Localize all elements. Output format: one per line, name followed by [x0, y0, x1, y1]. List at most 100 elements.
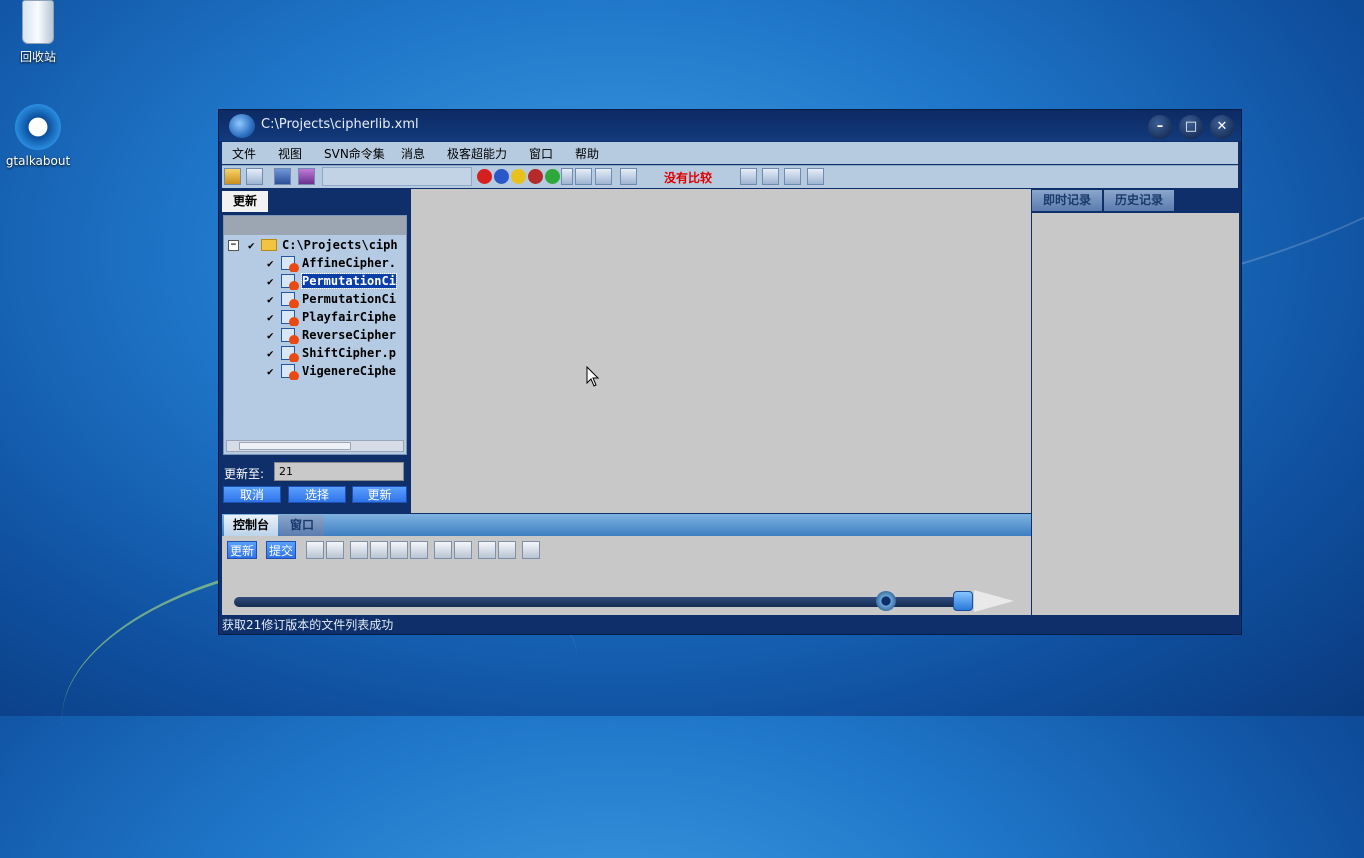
red-search-icon[interactable]: [434, 541, 452, 559]
w-circle-icon[interactable]: [477, 169, 492, 184]
green-circle-icon[interactable]: [545, 169, 560, 184]
timeline-slider-track[interactable]: [234, 597, 964, 607]
print-icon[interactable]: [762, 168, 779, 185]
tree-root[interactable]: − ✔ C:\Projects\ciph: [224, 237, 406, 254]
tree-root-label: C:\Projects\ciph: [282, 238, 398, 252]
desktop-icon-gtalkabout[interactable]: gtalkabout: [0, 104, 76, 168]
path-combo[interactable]: [322, 167, 472, 186]
tab-window[interactable]: 窗口: [280, 515, 324, 536]
open-folder-icon[interactable]: [224, 168, 241, 185]
console-commit-button[interactable]: 提交: [266, 541, 296, 559]
log-tab-bar: 即时记录 历史记录: [1032, 189, 1239, 213]
file-conflict-icon: [281, 328, 299, 344]
tree-file[interactable]: ✔ ShiftCipher.p: [224, 345, 406, 362]
expand-icon[interactable]: [740, 168, 757, 185]
checkbox[interactable]: ✔: [267, 311, 274, 324]
tab-console[interactable]: 控制台: [224, 515, 278, 536]
refresh-icon[interactable]: [807, 168, 824, 185]
pages-icon[interactable]: [326, 541, 344, 559]
console-update-button[interactable]: 更新: [227, 541, 257, 559]
console-panel: 控制台 窗口 更新 提交: [222, 514, 1031, 615]
link-icon[interactable]: [498, 541, 516, 559]
graph-icon[interactable]: [410, 541, 428, 559]
chevron-down-icon[interactable]: [561, 168, 573, 185]
collapse-icon[interactable]: −: [228, 240, 239, 251]
snowflake-icon[interactable]: [306, 541, 324, 559]
search-icon[interactable]: [246, 168, 263, 185]
close-button[interactable]: ✕: [1210, 115, 1234, 139]
timeline-slider-knob[interactable]: [876, 591, 896, 611]
timeline-end-handle[interactable]: [953, 591, 973, 611]
checkbox[interactable]: ✔: [267, 275, 274, 288]
menu-window[interactable]: 窗口: [529, 145, 553, 162]
tree-header: [224, 216, 406, 235]
filter-icon[interactable]: [298, 168, 315, 185]
checkbox[interactable]: ✔: [267, 329, 274, 342]
compare-icon[interactable]: [784, 168, 801, 185]
file-conflict-icon: [281, 310, 299, 326]
tree-file[interactable]: ✔ PlayfairCiphe: [224, 309, 406, 326]
tree-file-label: ReverseCipher: [302, 328, 396, 342]
update-to-label: 更新至:: [224, 467, 265, 481]
update-button[interactable]: 更新: [352, 486, 407, 503]
window-icon[interactable]: [274, 168, 291, 185]
tab-history-log[interactable]: 历史记录: [1104, 190, 1174, 211]
checkbox[interactable]: ✔: [267, 293, 274, 306]
title-bar[interactable]: C:\Projects\cipherlib.xml – □ ✕: [219, 110, 1241, 141]
red-search-icon[interactable]: [454, 541, 472, 559]
file-conflict-icon: [281, 364, 299, 380]
report-icon[interactable]: [620, 168, 637, 185]
red-pin-icon[interactable]: [595, 168, 612, 185]
checkbox[interactable]: ✔: [248, 239, 255, 252]
console-toolbar: 更新 提交: [222, 539, 1031, 563]
graph-icon[interactable]: [370, 541, 388, 559]
main-content-area: [411, 189, 1031, 513]
folder-icon: [261, 239, 277, 251]
tab-update[interactable]: 更新: [222, 191, 268, 212]
graph-icon[interactable]: [350, 541, 368, 559]
checkbox[interactable]: ✔: [267, 365, 274, 378]
yellow-circle-icon[interactable]: [511, 169, 526, 184]
cancel-button[interactable]: 取消: [223, 486, 281, 503]
tree-file-label: PlayfairCiphe: [302, 310, 396, 324]
file-conflict-icon: [281, 256, 299, 272]
desktop-icon-recycle-bin[interactable]: 回收站: [0, 0, 76, 65]
tree-file[interactable]: ✔ PermutationCi: [224, 291, 406, 308]
minimize-button[interactable]: –: [1148, 115, 1172, 139]
checkbox[interactable]: ✔: [267, 257, 274, 270]
scroll-thumb[interactable]: [239, 442, 351, 450]
update-panel: 更新 − ✔ C:\Projects\ciph ✔ AffineCipher. …: [222, 189, 410, 513]
menu-file[interactable]: 文件: [232, 145, 256, 162]
menu-help[interactable]: 帮助: [575, 145, 599, 162]
tree-file[interactable]: ✔ AffineCipher.: [224, 255, 406, 272]
red-ball-icon[interactable]: [575, 168, 592, 185]
menu-bar: 文件 视图 SVN命令集 消息 极客超能力 窗口 帮助: [222, 142, 1238, 164]
red-circle-icon[interactable]: [528, 169, 543, 184]
tree-file-label: PermutationCi: [302, 292, 396, 306]
checkbox[interactable]: ✔: [267, 347, 274, 360]
tree-file[interactable]: ✔ VigenereCiphe: [224, 363, 406, 380]
blue-circle-icon[interactable]: [494, 169, 509, 184]
file-tree: − ✔ C:\Projects\ciph ✔ AffineCipher. ✔ P…: [223, 215, 407, 455]
mouse-cursor-icon: [586, 366, 600, 387]
recycle-bin-icon: [22, 0, 54, 44]
desktop-icon-label: gtalkabout: [5, 154, 71, 168]
menu-view[interactable]: 视图: [278, 145, 302, 162]
tree-file[interactable]: ✔ ReverseCipher: [224, 327, 406, 344]
graph-icon[interactable]: [390, 541, 408, 559]
calendar-icon[interactable]: [522, 541, 540, 559]
tree-file-label: PermutationCi: [301, 273, 397, 289]
revision-input[interactable]: 21: [274, 462, 404, 481]
horizontal-scrollbar[interactable]: [226, 440, 404, 452]
tab-realtime-log[interactable]: 即时记录: [1032, 190, 1102, 211]
toolbar: 没有比较: [222, 165, 1238, 188]
file-conflict-icon: [281, 274, 299, 290]
tree-file[interactable]: ✔ PermutationCi: [224, 273, 406, 290]
menu-svn-commands[interactable]: SVN命令集: [324, 145, 385, 162]
status-bar: 获取21修订版本的文件列表成功: [222, 616, 1238, 634]
menu-messages[interactable]: 消息: [401, 145, 425, 162]
red-flag-icon[interactable]: [478, 541, 496, 559]
menu-geek-powers[interactable]: 极客超能力: [447, 145, 507, 162]
maximize-button[interactable]: □: [1179, 115, 1203, 139]
select-button[interactable]: 选择: [288, 486, 346, 503]
